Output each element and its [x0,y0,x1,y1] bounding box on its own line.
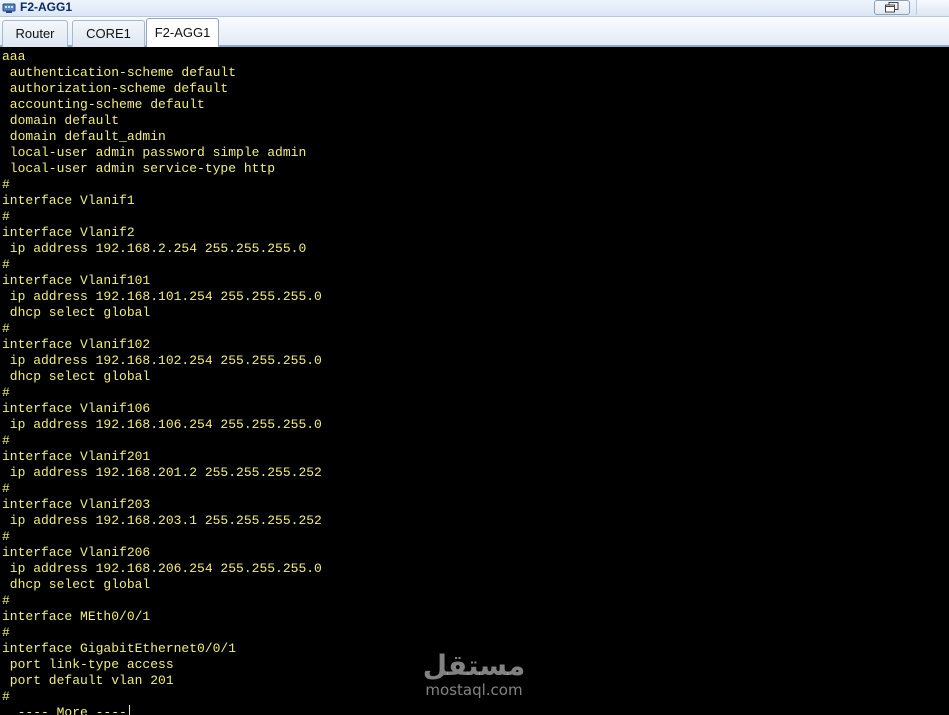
watermark-logo: مستقل [422,649,526,682]
restore-icon [885,2,899,13]
terminal-line: port default vlan 201 [2,673,174,688]
terminal-line: local-user admin service-type http [2,161,276,176]
terminal-line: ---- More ---- [2,705,127,715]
network-device-icon [2,2,16,14]
terminal-line: # [2,593,10,608]
terminal-line: dhcp select global [2,577,151,592]
terminal-line: # [2,385,10,400]
terminal-line: authorization-scheme default [2,81,229,96]
watermark: مستقل mostaql.com [414,651,534,701]
tab-bar: Router CORE1 F2-AGG1 [0,17,949,47]
terminal-line: local-user admin password simple admin [2,145,307,160]
terminal-line: # [2,433,10,448]
terminal-line: interface GigabitEthernet0/0/1 [2,641,237,656]
title-bar: F2-AGG1 [0,0,949,17]
terminal-line: accounting-scheme default [2,97,205,112]
terminal-line: interface MEth0/0/1 [2,609,151,624]
terminal-output[interactable]: aaa authentication-scheme default author… [0,47,949,715]
terminal-line: domain default_admin [2,129,166,144]
terminal-line: ip address 192.168.203.1 255.255.255.252 [2,513,322,528]
terminal-line: interface Vlanif1 [2,193,135,208]
terminal-line: port link-type access [2,657,174,672]
tab-core1[interactable]: CORE1 [72,20,145,47]
terminal-line: interface Vlanif201 [2,449,151,464]
terminal-window: F2-AGG1 Router CORE1 F2-AGG1 aaa authent… [0,0,949,715]
terminal-line: # [2,209,10,224]
terminal-line: authentication-scheme default [2,65,237,80]
terminal-line: domain default [2,113,120,128]
terminal-line: ip address 192.168.101.254 255.255.255.0 [2,289,322,304]
terminal-line: aaa [2,49,26,64]
terminal-line: ip address 192.168.2.254 255.255.255.0 [2,241,307,256]
tab-router[interactable]: Router [2,20,68,47]
terminal-line: # [2,257,10,272]
terminal-line: ip address 192.168.201.2 255.255.255.252 [2,465,322,480]
terminal-line: interface Vlanif206 [2,545,151,560]
watermark-text: mostaql.com [425,681,523,699]
restore-button[interactable] [874,0,910,15]
text-cursor [129,705,130,715]
terminal-line: # [2,529,10,544]
terminal-line: interface Vlanif101 [2,273,151,288]
terminal-line: # [2,625,10,640]
terminal-line: interface Vlanif203 [2,497,151,512]
terminal-line: ip address 192.168.102.254 255.255.255.0 [2,353,322,368]
close-button[interactable] [916,0,949,15]
terminal-line: interface Vlanif106 [2,401,151,416]
terminal-line: interface Vlanif2 [2,225,135,240]
tab-f2-agg1[interactable]: F2-AGG1 [146,18,219,47]
terminal-line: dhcp select global [2,305,151,320]
terminal-line: # [2,689,10,704]
window-title: F2-AGG1 [20,0,73,14]
terminal-line: interface Vlanif102 [2,337,151,352]
terminal-line: # [2,321,10,336]
terminal-line: ip address 192.168.206.254 255.255.255.0 [2,561,322,576]
terminal-line: dhcp select global [2,369,151,384]
terminal-line: ip address 192.168.106.254 255.255.255.0 [2,417,322,432]
terminal-line: # [2,481,10,496]
terminal-line: # [2,177,10,192]
